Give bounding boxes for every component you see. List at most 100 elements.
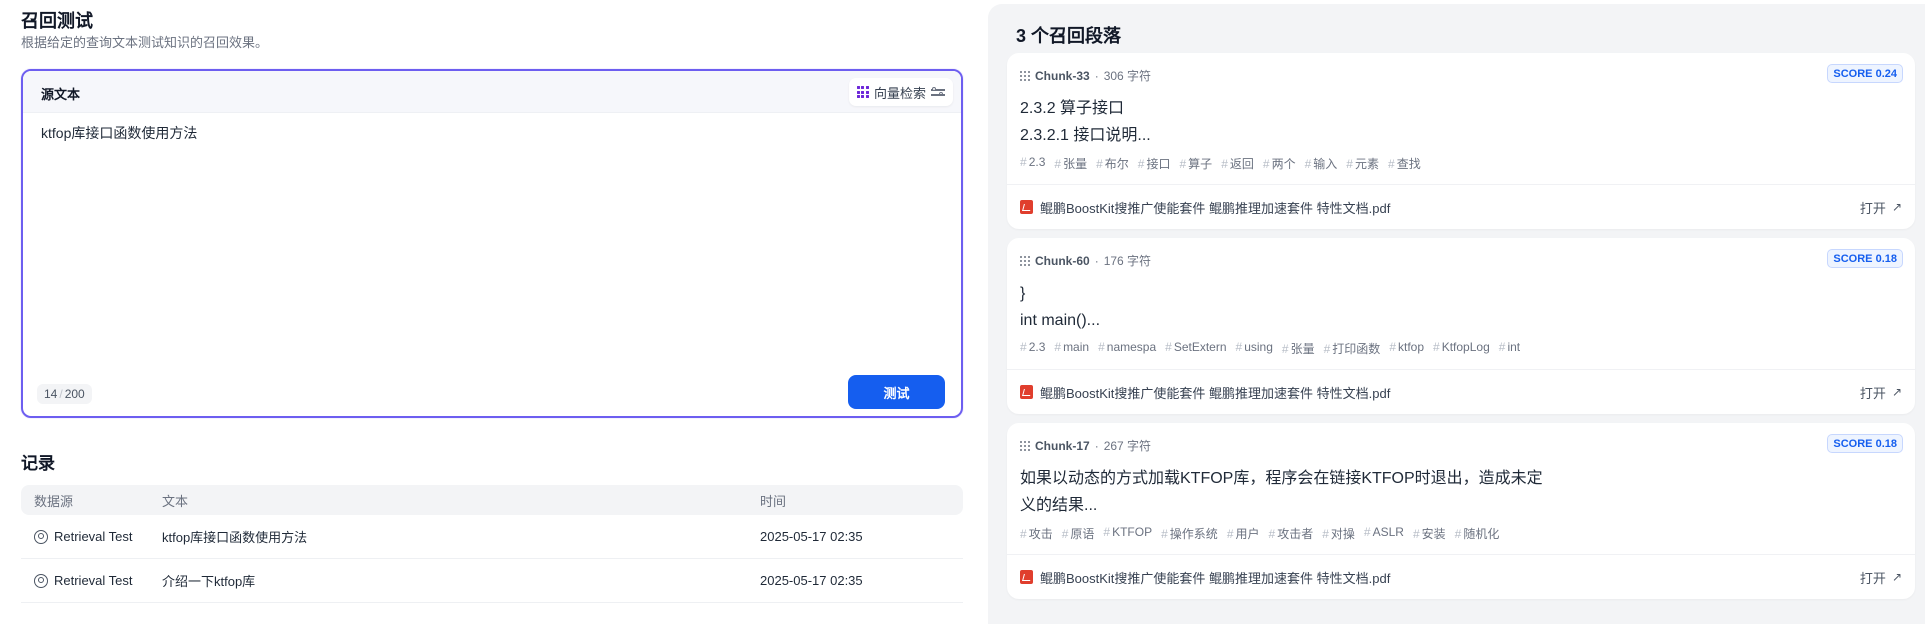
- row-source: Retrieval Test: [54, 529, 133, 544]
- tag: main: [1054, 340, 1089, 357]
- source-text-label: 源文本: [41, 87, 81, 102]
- grip-dots-icon: [1020, 70, 1030, 81]
- pdf-icon: [1020, 385, 1033, 399]
- chunk-meta: Chunk-17 · 267 字符: [1020, 437, 1151, 454]
- row-time: 2025-05-17 02:35: [760, 573, 863, 588]
- char-max: 200: [64, 387, 85, 401]
- table-row[interactable]: Retrieval Test 介绍一下ktfop库 2025-05-17 02:…: [21, 559, 963, 603]
- header-source: 数据源: [34, 493, 74, 509]
- header-text: 文本: [162, 493, 189, 509]
- tag: 随机化: [1455, 525, 1499, 542]
- score-badge: SCORE 0.24: [1827, 64, 1903, 83]
- chunk-card[interactable]: Chunk-33 · 306 字符 SCORE 0.24 2.3.2 算子接口 …: [1007, 53, 1915, 229]
- tag: 布尔: [1096, 155, 1129, 172]
- table-row[interactable]: Retrieval Test ktfop库接口函数使用方法 2025-05-17…: [21, 515, 963, 559]
- page-title: 召回测试: [21, 11, 93, 31]
- chunk-meta: Chunk-33 · 306 字符: [1020, 67, 1151, 84]
- row-text: ktfop库接口函数使用方法: [162, 530, 308, 545]
- char-count-badge: 14 / 200: [37, 384, 92, 404]
- chunk-content: } int main()...: [1020, 285, 1101, 329]
- query-textarea[interactable]: ktfop库接口函数使用方法: [41, 123, 197, 143]
- tag: 接口: [1138, 155, 1170, 172]
- records-table: 数据源 文本 时间 Retrieval Test ktfop库接口函数使用方法 …: [21, 485, 963, 603]
- row-text: 介绍一下ktfop库: [162, 574, 256, 589]
- tag: 张量: [1282, 340, 1315, 357]
- chunk-card[interactable]: Chunk-17 · 267 字符 SCORE 0.18 如果以动态的方式加载K…: [1007, 423, 1915, 599]
- score-badge: SCORE 0.18: [1827, 434, 1903, 453]
- grip-dots-icon: [1020, 255, 1030, 266]
- chunk-tags: 攻击 原语 KTFOP 操作系统 用户 攻击者 对操 ASLR 安装 随机化: [1020, 525, 1500, 542]
- tag: 张量: [1054, 155, 1087, 172]
- tag: 元素: [1346, 155, 1379, 172]
- chunk-id: Chunk-60: [1035, 253, 1090, 268]
- chunk-chars: 267 字符: [1103, 439, 1152, 453]
- chunk-card[interactable]: Chunk-60 · 176 字符 SCORE 0.18 } int main(…: [1007, 238, 1915, 414]
- open-link[interactable]: 打开 ↗: [1860, 198, 1902, 217]
- tag: 操作系统: [1161, 525, 1218, 542]
- settings-sliders-icon: [931, 86, 945, 98]
- tag: 安装: [1413, 525, 1446, 542]
- test-button[interactable]: 测试: [848, 375, 945, 409]
- external-arrow-icon: ↗: [1891, 385, 1902, 399]
- retrieval-mode-label: 向量检索: [873, 85, 926, 101]
- tag: 用户: [1227, 525, 1260, 542]
- file-name: 鲲鹏BoostKit搜推广使能套件 鲲鹏推理加速套件 特性文档.pdf: [1040, 200, 1391, 216]
- tag: 攻击: [1020, 525, 1053, 542]
- chunk-footer: 鲲鹏BoostKit搜推广使能套件 鲲鹏推理加速套件 特性文档.pdf 打开 ↗: [1007, 184, 1915, 229]
- tag: 算子: [1179, 155, 1212, 172]
- tag: ASLR: [1364, 525, 1404, 542]
- tag: int: [1499, 340, 1520, 357]
- records-title: 记录: [21, 454, 55, 473]
- results-panel: 3 个召回段落 Chunk-33 · 306 字符 SCORE 0.24 2.3…: [988, 4, 1925, 624]
- grid-icon: [856, 86, 869, 98]
- chunk-chars: 306 字符: [1103, 69, 1152, 83]
- target-icon: [34, 529, 48, 544]
- tag: namespa: [1098, 340, 1156, 357]
- row-source: Retrieval Test: [54, 573, 133, 588]
- left-panel: 召回测试 根据给定的查询文本测试知识的召回效果。 源文本 向量检索 ktfop库…: [0, 0, 985, 624]
- chunk-id: Chunk-33: [1035, 68, 1090, 83]
- grip-dots-icon: [1020, 440, 1030, 451]
- open-link[interactable]: 打开 ↗: [1860, 383, 1902, 402]
- tag: 2.3: [1020, 340, 1046, 357]
- external-arrow-icon: ↗: [1891, 570, 1902, 584]
- tag: SetExtern: [1165, 340, 1227, 357]
- score-badge: SCORE 0.18: [1827, 249, 1903, 268]
- external-arrow-icon: ↗: [1891, 200, 1902, 214]
- tag: 原语: [1062, 525, 1094, 542]
- target-icon: [34, 573, 48, 588]
- table-header: 数据源 文本 时间: [21, 485, 963, 515]
- tag: 两个: [1263, 155, 1296, 172]
- row-time: 2025-05-17 02:35: [760, 529, 863, 544]
- tag: 返回: [1221, 155, 1254, 172]
- chunk-tags: 2.3 main namespa SetExtern using 张量 打印函数…: [1020, 340, 1520, 357]
- retrieval-mode-button[interactable]: 向量检索: [848, 78, 953, 106]
- page-subtitle: 根据给定的查询文本测试知识的召回效果。: [21, 35, 269, 50]
- chunk-id: Chunk-17: [1035, 438, 1090, 453]
- chunk-footer: 鲲鹏BoostKit搜推广使能套件 鲲鹏推理加速套件 特性文档.pdf 打开 ↗: [1007, 369, 1915, 414]
- open-link[interactable]: 打开 ↗: [1860, 568, 1902, 587]
- pdf-icon: [1020, 570, 1033, 584]
- chunk-chars: 176 字符: [1103, 254, 1152, 268]
- char-count: 14: [44, 387, 58, 401]
- query-box-header: 源文本 向量检索: [23, 71, 961, 113]
- tag: 对操: [1322, 525, 1355, 542]
- tag: 打印函数: [1324, 340, 1380, 357]
- tag: using: [1236, 340, 1273, 357]
- tag: KtfopLog: [1433, 340, 1490, 357]
- tag: 输入: [1305, 155, 1337, 172]
- tag: ktfop: [1389, 340, 1424, 357]
- chunk-meta: Chunk-60 · 176 字符: [1020, 252, 1151, 269]
- tag: 查找: [1388, 155, 1421, 172]
- header-time: 时间: [760, 493, 787, 509]
- file-name: 鲲鹏BoostKit搜推广使能套件 鲲鹏推理加速套件 特性文档.pdf: [1040, 385, 1391, 401]
- tag: 攻击者: [1269, 525, 1313, 542]
- chunk-content: 2.3.2 算子接口 2.3.2.1 接口说明...: [1020, 100, 1151, 144]
- chunk-footer: 鲲鹏BoostKit搜推广使能套件 鲲鹏推理加速套件 特性文档.pdf 打开 ↗: [1007, 554, 1915, 599]
- file-name: 鲲鹏BoostKit搜推广使能套件 鲲鹏推理加速套件 特性文档.pdf: [1040, 570, 1391, 586]
- results-title: 3 个召回段落: [1016, 26, 1122, 46]
- pdf-icon: [1020, 200, 1033, 214]
- tag: 2.3: [1020, 155, 1046, 172]
- chunk-tags: 2.3 张量 布尔 接口 算子 返回 两个 输入 元素 查找: [1020, 155, 1421, 172]
- tag: KTFOP: [1103, 525, 1152, 542]
